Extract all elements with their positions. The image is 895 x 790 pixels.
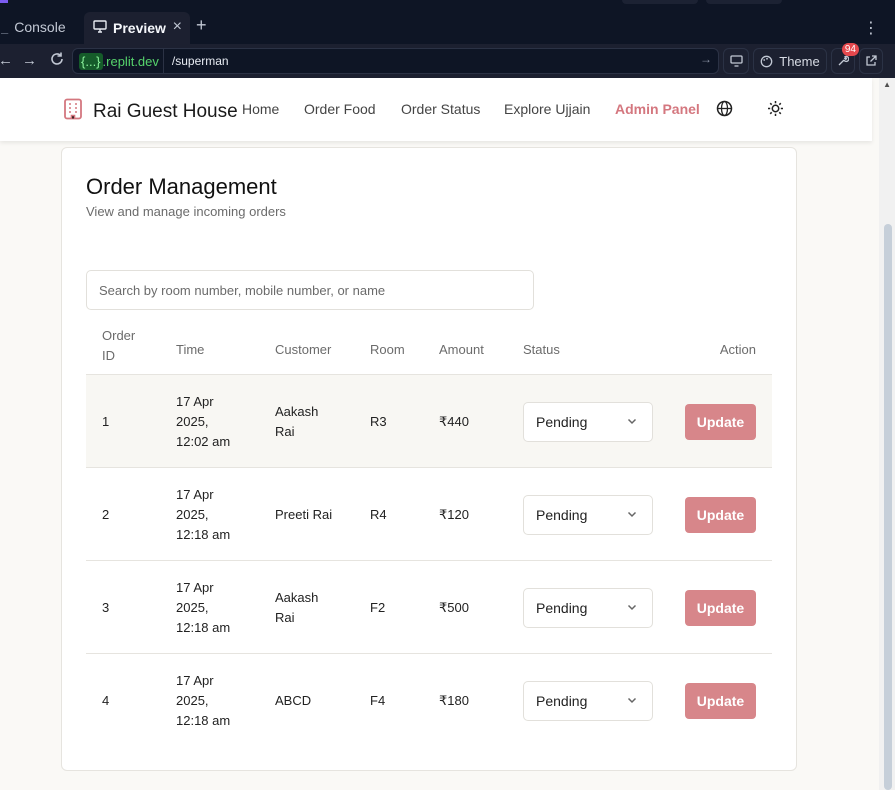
scrollbar-track[interactable]: ▲ [879,78,895,790]
reload-icon[interactable] [49,51,65,71]
notification-badge: 94 [841,43,859,56]
table-row: 4 17 Apr 2025, 12:18 am ABCD F4 ₹180 Pen… [86,654,772,747]
table-row: 1 17 Apr 2025, 12:02 am Aakash Rai R3 ₹4… [86,375,772,468]
tab-label: Console [14,19,66,35]
brand-name: Rai Guest House [93,100,238,122]
order-id: 3 [102,600,110,615]
update-button[interactable]: Update [685,497,756,533]
order-amount: ₹440 [439,414,469,429]
palette-icon [760,55,773,67]
go-arrow-icon[interactable]: → [700,52,712,66]
scroll-up-arrow-icon[interactable]: ▲ [883,80,891,89]
column-header-room: Room [370,342,405,357]
order-time: 17 Apr 2025, 12:18 am [176,673,231,728]
status-select[interactable]: Pending [523,588,653,628]
customer-name: ABCD [275,693,312,708]
chevron-down-icon [627,418,637,425]
search-input[interactable] [86,270,534,310]
column-header-action: Action [719,342,756,357]
update-button[interactable]: Update [685,590,756,626]
customer-name: Preeti Rai [275,507,333,522]
column-header-amount: Amount [439,342,484,357]
brand[interactable]: Rai Guest House [63,98,238,125]
nav-admin-panel[interactable]: Admin Panel [615,101,700,117]
status-select[interactable]: Pending [523,681,653,721]
more-options-icon[interactable]: ⋮ [863,18,879,38]
status-select[interactable]: Pending [523,402,653,442]
url-path: /superman [171,54,229,68]
column-header-time: Time [176,342,205,357]
column-header-customer: Customer [275,342,332,357]
hidden-toolbar-button[interactable] [622,0,698,4]
external-link-icon [866,55,877,66]
url-field[interactable]: {...} .replit.dev /superman → [72,48,719,74]
nav-order-food[interactable]: Order Food [304,101,376,117]
preview-viewport: ▲ Rai Guest House Home Order Food Order … [0,78,895,790]
open-new-window-button[interactable] [859,48,883,74]
new-tab-icon[interactable]: + [196,15,207,36]
order-time: 17 Apr 2025, 12:18 am [176,487,231,542]
column-header-order-id: Order ID [102,328,136,363]
order-id: 1 [102,414,110,429]
tools-button[interactable]: 94 [831,43,859,74]
room-number: F4 [370,693,386,708]
room-number: R3 [370,414,387,429]
terminal-icon: _ [1,20,9,34]
nav-order-status[interactable]: Order Status [401,101,480,117]
site-header: Rai Guest House Home Order Food Order St… [0,78,872,141]
scrollbar-thumb[interactable] [884,224,892,790]
page-subtitle: View and manage incoming orders [86,204,286,219]
hidden-toolbar-button[interactable] [706,0,782,4]
monitor-icon [93,20,107,36]
building-icon [63,98,83,125]
order-time: 17 Apr 2025, 12:02 am [176,394,231,449]
theme-button[interactable]: Theme [753,48,827,74]
page-title: Order Management [86,174,277,199]
order-amount: ₹500 [439,600,469,615]
theme-label: Theme [779,53,820,69]
tab-label: Preview [113,20,166,36]
chevron-down-icon [627,697,637,704]
orders-table: Order ID Time Customer Room Amount Statu… [86,322,772,747]
update-button[interactable]: Update [685,404,756,440]
chevron-down-icon [627,511,637,518]
devtools-button[interactable] [723,48,749,74]
chevron-down-icon [627,604,637,611]
forward-arrow-icon[interactable]: → [22,52,37,69]
update-button[interactable]: Update [685,683,756,719]
column-header-status: Status [523,342,560,357]
nav-explore-ujjain[interactable]: Explore Ujjain [504,101,590,117]
customer-name: Aakash Rai [275,590,319,625]
order-management-card: Order Management View and manage incomin… [61,147,797,771]
customer-name: Aakash Rai [275,404,319,439]
tab-preview[interactable]: Preview × [84,12,190,44]
wrench-icon [838,55,849,66]
order-amount: ₹180 [439,693,469,708]
table-row: 3 17 Apr 2025, 12:18 am Aakash Rai F2 ₹5… [86,561,772,654]
room-number: F2 [370,600,386,615]
ide-tab-bar: _ Console Preview × + [0,0,895,44]
globe-icon[interactable] [716,100,733,122]
order-time: 17 Apr 2025, 12:18 am [176,580,231,635]
address-bar: ← → {...} .replit.dev /superman → Theme 9… [0,43,895,78]
order-id: 2 [102,507,110,522]
url-host: {...} .replit.dev [73,49,164,73]
nav-home[interactable]: Home [242,101,279,117]
status-select[interactable]: Pending [523,495,653,535]
table-row: 2 17 Apr 2025, 12:18 am Preeti Rai R4 ₹1… [86,468,772,561]
sun-icon[interactable] [767,100,784,122]
tab-console[interactable]: _ Console [0,12,80,42]
monitor-icon [729,55,743,67]
room-number: R4 [370,507,387,522]
workspace-accent [0,0,8,3]
close-icon[interactable]: × [173,18,182,36]
order-amount: ₹120 [439,507,469,522]
order-id: 4 [102,693,110,708]
table-header: Order ID Time Customer Room Amount Statu… [86,322,772,375]
back-arrow-icon[interactable]: ← [0,52,13,69]
